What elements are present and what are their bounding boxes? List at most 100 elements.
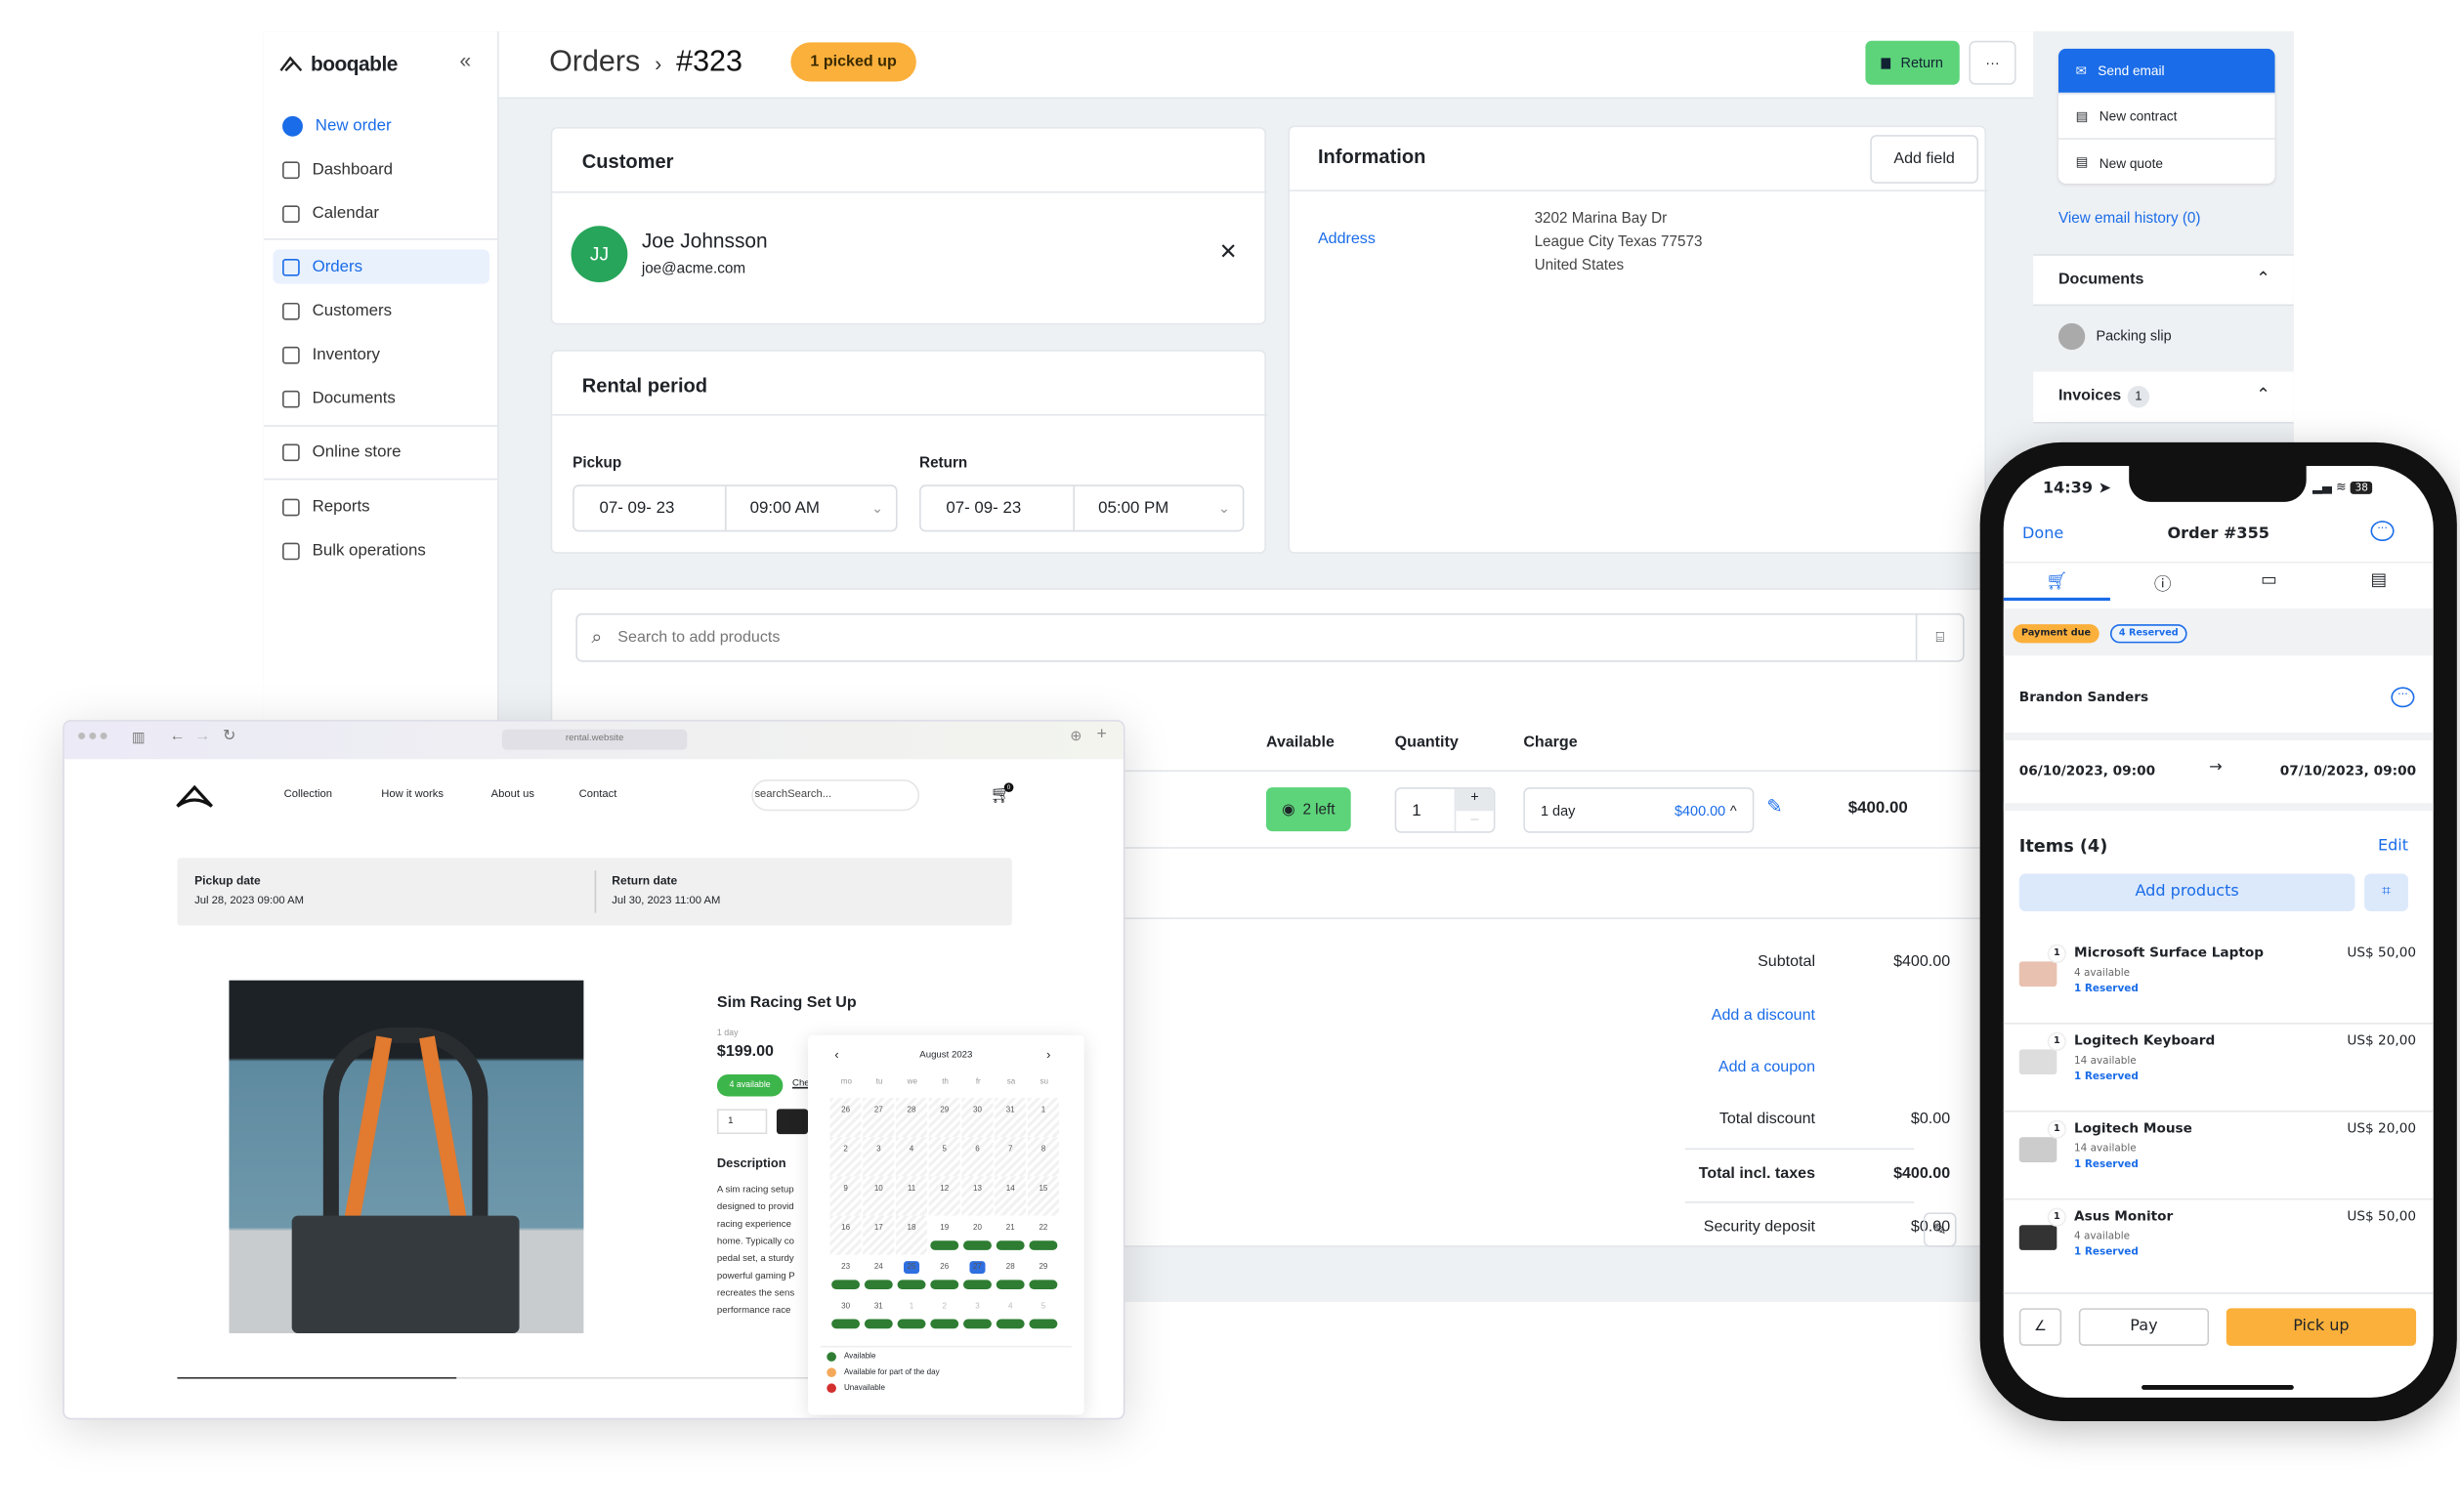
calendar-day[interactable]: 5 [1028,1293,1061,1334]
mobile-end-date[interactable]: 07/10/2023, 09:00 [2280,764,2416,779]
remove-customer-close-icon[interactable]: ✕ [1219,238,1238,265]
calendar-day[interactable]: 29 [1028,1254,1061,1294]
add-discount[interactable]: Add a discount [1712,1007,1815,1025]
return-button[interactable]: Return [1865,40,1960,85]
sidebar-item-inventory[interactable]: Inventory [273,337,489,371]
mobile-customer-name[interactable]: Brandon Sanders [2019,691,2148,706]
documents-section-header[interactable]: Documents ⌃ [2033,254,2294,307]
pay-button[interactable]: Pay [2078,1308,2210,1346]
quantity-input[interactable]: 1 [716,1109,768,1135]
add-coupon[interactable]: Add a coupon [1718,1059,1815,1076]
barcode-scan-icon[interactable]: ⌸ [1915,614,1963,661]
return-date-input[interactable]: 07- 09- 23 [921,485,1076,530]
calendar-day[interactable]: 26 [829,1098,864,1138]
calendar-day[interactable]: 3 [863,1137,896,1177]
mobile-item-row[interactable]: 1 Logitech Mouse 14 available 1 Reserved… [2003,1113,2434,1200]
tab-card-icon[interactable]: ▭ [2261,569,2277,590]
sidebar-item-online-store[interactable]: Online store [273,435,489,469]
order-more-icon[interactable]: ··· [2370,521,2395,542]
logo[interactable]: booqable [279,52,398,75]
calendar-day[interactable]: 19 [929,1215,962,1255]
reload-icon[interactable]: ↻ [223,728,235,745]
calendar-day[interactable]: 9 [829,1176,864,1216]
availability-button[interactable]: ◉ 2 left [1265,787,1351,832]
calendar-day[interactable]: 24 [863,1254,896,1294]
address-bar[interactable]: rental.website [501,729,688,750]
calendar-day[interactable]: 3 [961,1293,996,1334]
edit-charge-icon[interactable]: ✎ [1766,795,1782,817]
edit-deposit-pencil-icon[interactable]: ✎ [1923,1212,1957,1247]
next-month-icon[interactable]: › [1046,1048,1050,1062]
calendar-day[interactable]: 27 [961,1254,996,1294]
return-time-select[interactable]: 05:00 PM [1075,499,1218,518]
window-controls[interactable]: ●●● [77,728,110,745]
calendar-day[interactable]: 8 [1027,1137,1061,1177]
calendar-day[interactable]: 26 [929,1254,962,1294]
tab-info-icon[interactable]: ⓘ [2154,571,2172,597]
calendar-day[interactable]: 29 [928,1098,962,1138]
view-email-history-link[interactable]: View email history (0) [2058,210,2201,228]
packing-slip-link[interactable]: Packing slip [2096,328,2171,344]
calendar-day[interactable]: 1 [1027,1098,1061,1138]
calendar-day[interactable]: 22 [1028,1215,1061,1255]
collapse-sidebar-icon[interactable]: « [460,49,472,72]
add-products-button[interactable]: Add products [2018,873,2355,912]
calendar-day[interactable]: 15 [1027,1176,1061,1216]
pickup-date-input[interactable]: 07- 09- 23 [574,485,727,530]
calendar-day[interactable]: 6 [961,1137,996,1177]
sidebar-item-reports[interactable]: Reports [273,489,489,524]
sidebar-item-documents[interactable]: Documents [273,381,489,415]
store-logo-icon[interactable] [174,784,215,815]
store-nav-about-us[interactable]: About us [491,789,534,800]
invoices-section-header[interactable]: Invoices 1 ⌃ [2033,371,2294,424]
new-contract-button[interactable]: ▤ New contract [2057,94,2275,140]
edit-items-button[interactable]: Edit [2378,838,2408,856]
calendar-day[interactable]: 11 [895,1176,929,1216]
add-field-button[interactable]: Add field [1870,135,1979,184]
calendar-day[interactable]: 2 [929,1293,962,1334]
calendar-day[interactable]: 20 [961,1215,996,1255]
mobile-item-row[interactable]: 1 Microsoft Surface Laptop 4 available 1… [2003,937,2434,1025]
scan-barcode-icon[interactable]: ⌗ [2364,873,2409,912]
tab-document-icon[interactable]: ▤ [2371,569,2388,590]
calendar-day[interactable]: 10 [863,1176,896,1216]
sidebar-item-bulk-operations[interactable]: Bulk operations [273,533,489,567]
sidebar-item-customers[interactable]: Customers [273,293,489,327]
new-quote-button[interactable]: ▤ New quote [2057,139,2275,184]
sidebar-toggle-icon[interactable]: ▥ [132,730,146,747]
breadcrumb-orders[interactable]: Orders [549,46,640,79]
calendar-day[interactable]: 12 [928,1176,962,1216]
sidebar-item-orders[interactable]: Orders [273,249,490,284]
customer-name[interactable]: Joe Johnsson [642,229,768,252]
calendar-day[interactable]: 25 [896,1254,929,1294]
calendar-day[interactable]: 27 [863,1098,896,1138]
decrement-minus-icon[interactable]: – [1456,810,1494,831]
mobile-start-date[interactable]: 06/10/2023, 09:00 [2019,764,2155,779]
quantity-input[interactable]: 1 [1396,801,1454,819]
new-tab-plus-icon[interactable]: + [1097,725,1107,743]
product-search-input[interactable] [617,628,1916,647]
rental-dates-bar[interactable]: Pickup date Jul 28, 2023 09:00 AM Return… [177,858,1012,926]
increment-plus-icon[interactable]: + [1456,788,1494,811]
sidebar-item-calendar[interactable]: Calendar [273,196,489,231]
store-nav-collection[interactable]: Collection [284,789,332,800]
calendar-day[interactable]: 2 [829,1137,864,1177]
back-arrow-icon[interactable]: ← [169,728,185,745]
store-nav-how-it-works[interactable]: How it works [381,789,444,800]
calendar-day[interactable]: 16 [829,1215,864,1255]
store-search-input[interactable]: searchSearch... [751,779,920,812]
calendar-day[interactable]: 4 [995,1293,1028,1334]
sidebar-item-new-order[interactable]: New order [273,108,489,143]
pick-up-button[interactable]: Pick up [2226,1308,2417,1346]
calendar-day[interactable]: 30 [961,1098,996,1138]
mobile-item-row[interactable]: 1 Logitech Keyboard 14 available 1 Reser… [2003,1025,2434,1113]
calendar-day[interactable]: 4 [895,1137,929,1177]
store-nav-contact[interactable]: Contact [579,789,617,800]
sidebar-item-dashboard[interactable]: Dashboard [273,152,489,187]
download-icon[interactable]: ⊕ [1070,728,1082,745]
send-email-button[interactable]: ✉ Send email [2057,48,2275,95]
calendar-day[interactable]: 18 [895,1215,929,1255]
calendar-day[interactable]: 7 [995,1137,1028,1177]
calendar-day[interactable]: 13 [961,1176,996,1216]
calendar-day[interactable]: 28 [995,1254,1028,1294]
